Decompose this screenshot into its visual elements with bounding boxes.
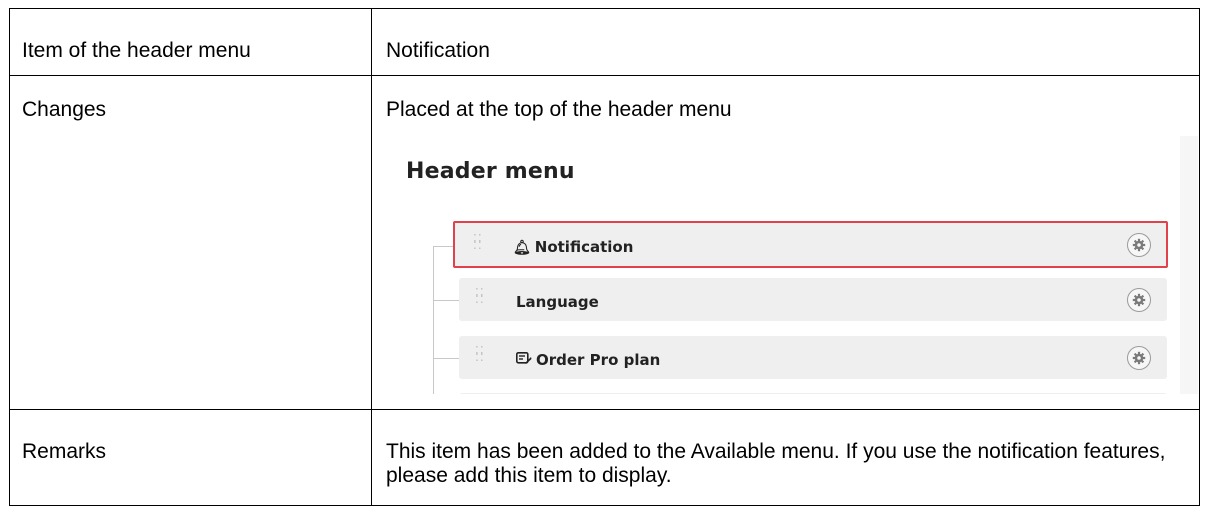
row-value: Notification [371,8,1200,76]
row-label-text: Changes [22,98,107,121]
row-value: Placed at the top of the header menu Hea… [371,75,1200,410]
row-label: Changes [9,75,372,410]
header-menu-screenshot: Header menu ⁚⁚ ⁚⁚ 🔔︎ Notification ⁚⁚ ⁚⁚ Lan… [388,136,1198,394]
menu-item-order-pro-plan[interactable]: ⁚⁚ ⁚⁚ Order Pro plan [459,336,1167,379]
row-label-text: Remarks [22,440,107,463]
bell-icon: 🔔︎ [513,240,531,256]
menu-item-language[interactable]: ⁚⁚ ⁚⁚ Language [459,278,1167,321]
drag-handle-icon[interactable]: ⁚⁚ ⁚⁚ [475,287,485,308]
tree-branch [433,358,459,359]
gear-icon[interactable] [1127,346,1151,370]
header-menu-title: Header menu [406,159,575,184]
tree-branch [433,300,459,301]
row-label-text: Item of the header menu [22,39,251,62]
drag-handle-icon[interactable]: ⁚⁚ ⁚⁚ [475,345,485,366]
row-label: Remarks [9,409,372,506]
menu-item-notification[interactable]: ⁚⁚ ⁚⁚ 🔔︎ Notification [453,221,1168,268]
row-label: Item of the header menu [9,8,372,76]
table-row: Remarks This item has been added to the … [9,409,1200,506]
menu-item-next[interactable] [459,393,1167,394]
tree-line [433,246,434,394]
scrollbar-track [1180,136,1198,394]
row-value: This item has been added to the Availabl… [371,409,1200,506]
row-value-text: Placed at the top of the header menu [386,98,732,121]
gear-icon[interactable] [1127,288,1151,312]
drag-handle-icon[interactable]: ⁚⁚ ⁚⁚ [473,233,483,254]
menu-item-label: 🔔︎ Notification [513,235,633,260]
spec-table: Item of the header menu Notification Cha… [9,8,1200,506]
menu-item-label: Order Pro plan [516,348,660,373]
order-icon [516,349,532,373]
table-row: Changes Placed at the top of the header … [9,75,1200,410]
row-value-text: This item has been added to the Availabl… [386,440,1166,487]
table-row: Item of the header menu Notification [9,8,1200,76]
menu-item-label: Language [516,293,599,311]
gear-icon[interactable] [1127,233,1151,257]
row-value-text: Notification [386,39,490,62]
